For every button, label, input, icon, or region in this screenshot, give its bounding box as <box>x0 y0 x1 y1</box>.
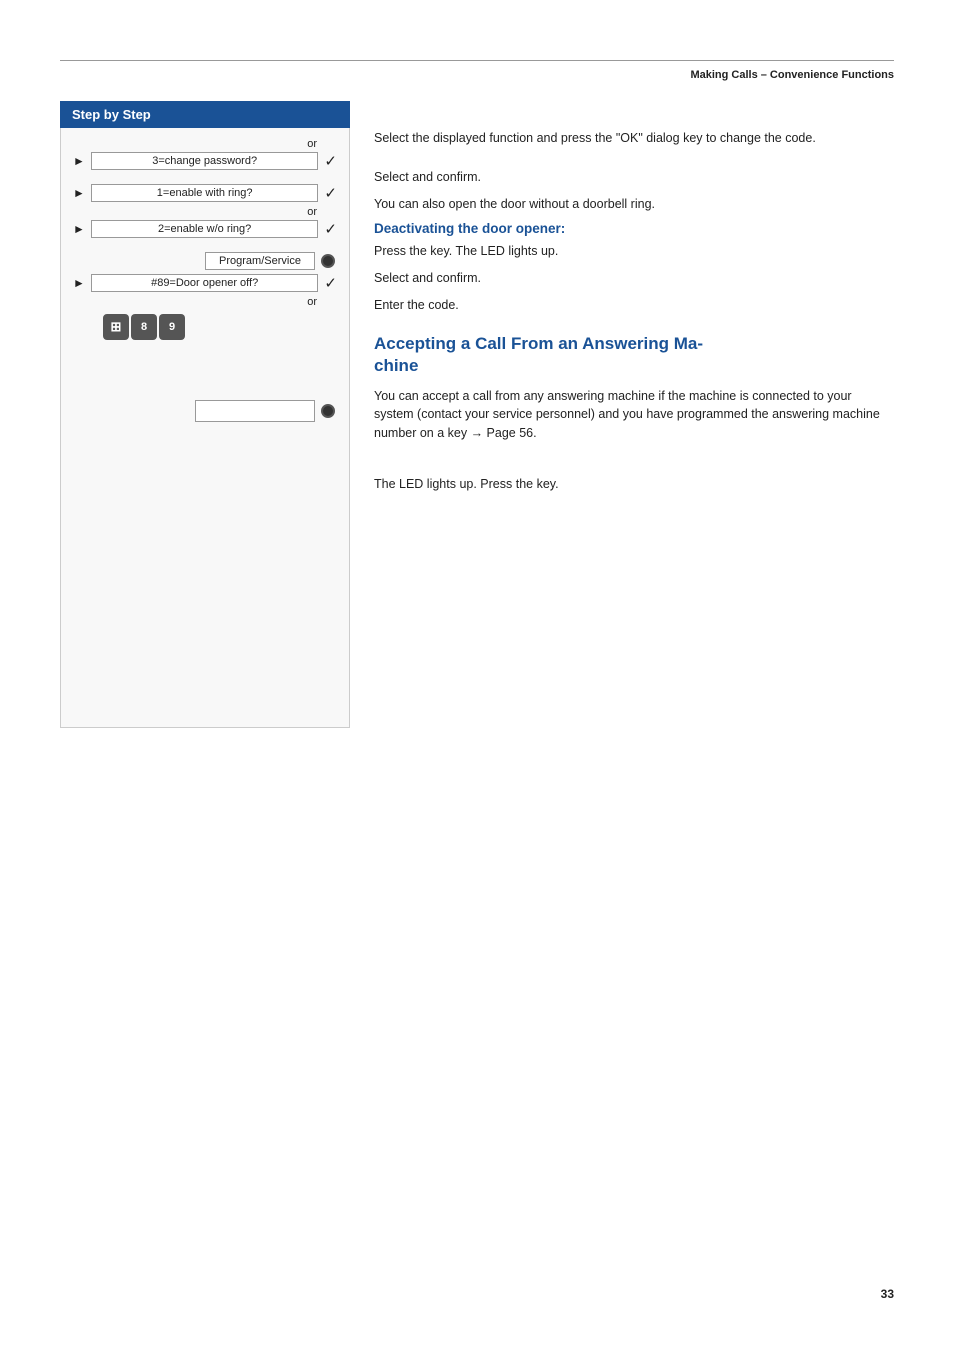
step-button-4: #89=Door opener off? <box>91 274 319 292</box>
arrow-4: ► <box>73 276 85 290</box>
accepting-body: You can accept a call from any answering… <box>374 387 894 443</box>
arrow-2b: ► <box>73 222 85 236</box>
desc5: Select and confirm. <box>374 269 894 288</box>
step-by-step-label: Step by Step <box>72 107 151 122</box>
page: Making Calls – Convenience Functions Ste… <box>0 0 954 1351</box>
step-row-2b: ► 2=enable w/o ring? ✓ <box>73 220 337 238</box>
desc3: You can also open the door without a doo… <box>374 195 894 214</box>
step-by-step-box: Step by Step <box>60 101 350 128</box>
page-number: 33 <box>881 1287 894 1301</box>
check-4: ✓ <box>324 274 337 292</box>
deactivating-title: Deactivating the door opener: <box>374 221 894 236</box>
led-desc: The LED lights up. Press the key. <box>374 475 894 494</box>
desc2-spacer: Select and confirm. <box>374 168 894 187</box>
step-row-program: Program/Service <box>73 252 337 270</box>
step-button-1: 3=change password? <box>91 152 319 170</box>
accepting-section-title: Accepting a Call From an Answering Ma- c… <box>374 333 894 377</box>
step-or-4: or <box>73 296 337 308</box>
desc1-spacer: Select the displayed function and press … <box>374 129 894 148</box>
header-title: Making Calls – Convenience Functions <box>690 69 894 81</box>
step-row-1: ► 3=change password? ✓ <box>73 152 337 170</box>
desc4: Press the key. The LED lights up. <box>374 242 894 261</box>
check-1: ✓ <box>324 152 337 170</box>
program-service-button: Program/Service <box>205 252 315 270</box>
step-row-2: ► 1=enable with ring? ✓ <box>73 184 337 202</box>
step-button-2: 1=enable with ring? <box>91 184 319 202</box>
led-circle-2 <box>321 404 335 418</box>
led-desc-spacer: The LED lights up. Press the key. <box>374 475 894 494</box>
blank-key-row <box>73 400 337 422</box>
step-area: or ► 3=change password? ✓ ► 1=enable wit… <box>60 128 350 728</box>
led-circle-1 <box>321 254 335 268</box>
step-button-2b: 2=enable w/o ring? <box>91 220 319 238</box>
arrow-1: ► <box>73 154 85 168</box>
desc2: Select and confirm. <box>374 168 894 187</box>
left-column: Step by Step or ► 3=change password? ✓ ► <box>60 101 350 728</box>
desc1: Select the displayed function and press … <box>374 129 894 148</box>
step-or-2: or <box>73 206 337 218</box>
page-header: Making Calls – Convenience Functions <box>60 69 894 81</box>
step-or-1: or <box>73 138 337 150</box>
key-9: 9 <box>159 314 185 340</box>
desc6: Enter the code. <box>374 296 894 315</box>
deactivating-section: Deactivating the door opener: Press the … <box>374 221 894 314</box>
right-column: Select the displayed function and press … <box>374 101 894 728</box>
key-8: 8 <box>131 314 157 340</box>
arrow-2: ► <box>73 186 85 200</box>
check-2: ✓ <box>324 184 337 202</box>
key-hash: ⊞ <box>103 314 129 340</box>
key-icons-row: ⊞ 8 9 <box>103 314 337 340</box>
top-rule <box>60 60 894 61</box>
check-2b: ✓ <box>324 220 337 238</box>
main-content: Step by Step or ► 3=change password? ✓ ► <box>60 101 894 728</box>
step-row-4: ► #89=Door opener off? ✓ <box>73 274 337 292</box>
accepting-section: Accepting a Call From an Answering Ma- c… <box>374 333 894 494</box>
blank-key <box>195 400 315 422</box>
